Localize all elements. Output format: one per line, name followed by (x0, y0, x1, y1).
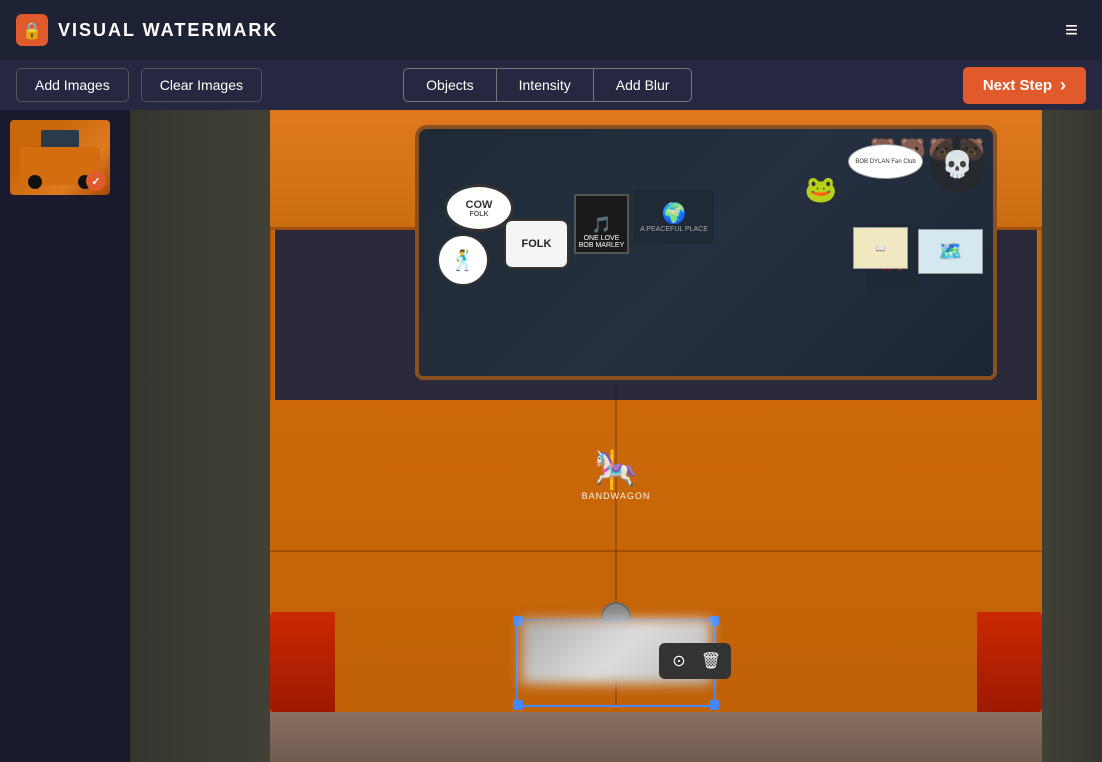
next-step-button[interactable]: Next Step › (963, 67, 1086, 104)
tail-light-right (977, 612, 1042, 712)
sticker-dancer: 🕺 (437, 234, 489, 286)
canvas-area[interactable]: 🕺 COW FOLK FOLK 🎵 ONE LOVE BOB MARLEY (130, 110, 1102, 762)
thumbnail-check: ✓ (86, 171, 106, 191)
next-step-icon: › (1060, 75, 1066, 96)
toolbar: Add Images Clear Images Objects Intensit… (0, 60, 1102, 110)
tail-light-left (270, 612, 335, 712)
delete-button[interactable]: 🗑 (697, 647, 725, 675)
hamburger-icon[interactable]: ≡ (1057, 13, 1086, 47)
delete-icon: 🗑 (701, 651, 721, 671)
sticker-bob-marley: 🎵 ONE LOVE BOB MARLEY (574, 194, 629, 254)
sticker-peace: 🌍 A PEACEFUL PLACE (634, 189, 714, 244)
logo-area: 🔒 VISUAL WATERMARK (16, 14, 278, 46)
van-scene: 🕺 COW FOLK FOLK 🎵 ONE LOVE BOB MARLEY (130, 110, 1102, 762)
van-window-frame: 🕺 COW FOLK FOLK 🎵 ONE LOVE BOB MARLEY (415, 125, 997, 380)
restore-icon: ⊙ (672, 651, 685, 671)
sticker-folk: FOLK (504, 219, 569, 269)
bg-left (130, 110, 270, 762)
logo-icon: 🔒 (16, 14, 48, 46)
center-buttons: Objects Intensity Add Blur (403, 68, 692, 102)
emblem-icon: 🎠 (594, 449, 639, 491)
van-bumper (270, 712, 1042, 762)
objects-button[interactable]: Objects (403, 68, 496, 102)
intensity-button[interactable]: Intensity (497, 68, 594, 102)
clear-images-button[interactable]: Clear Images (141, 68, 262, 102)
emblem-text: BANDWAGON (582, 491, 651, 501)
sticker-frog: 🐸 (797, 169, 845, 209)
handle-bl[interactable] (513, 700, 523, 710)
sidebar: ✓ (0, 110, 130, 762)
sticker-great-lakes: 🗺️ (918, 229, 983, 274)
handle-br[interactable] (709, 700, 719, 710)
van-lower-body (270, 400, 1042, 762)
restore-button[interactable]: ⊙ (665, 647, 693, 675)
plate-toolbar: ⊙ 🗑 (659, 643, 731, 679)
bg-right (1042, 110, 1102, 762)
window-inner: 🕺 COW FOLK FOLK 🎵 ONE LOVE BOB MARLEY (419, 129, 993, 376)
add-blur-button[interactable]: Add Blur (594, 68, 693, 102)
plate-container[interactable]: ⊙ 🗑 (501, 608, 731, 684)
main-area: ✓ (0, 110, 1102, 762)
image-thumbnail[interactable]: ✓ (10, 120, 110, 195)
header: 🔒 VISUAL WATERMARK ≡ (0, 0, 1102, 60)
van-emblem: 🎠 BANDWAGON (576, 430, 656, 520)
sticker-skull: 💀 (930, 137, 985, 192)
next-step-label: Next Step (983, 77, 1052, 94)
add-images-button[interactable]: Add Images (16, 68, 129, 102)
app-title: VISUAL WATERMARK (58, 20, 278, 41)
door-line-horizontal (270, 550, 1042, 552)
sticker-bob-dylan: BOB DYLAN Fan Club (848, 144, 923, 179)
sticker-record: 📖 (853, 227, 908, 269)
svg-text:🔒: 🔒 (22, 22, 42, 40)
